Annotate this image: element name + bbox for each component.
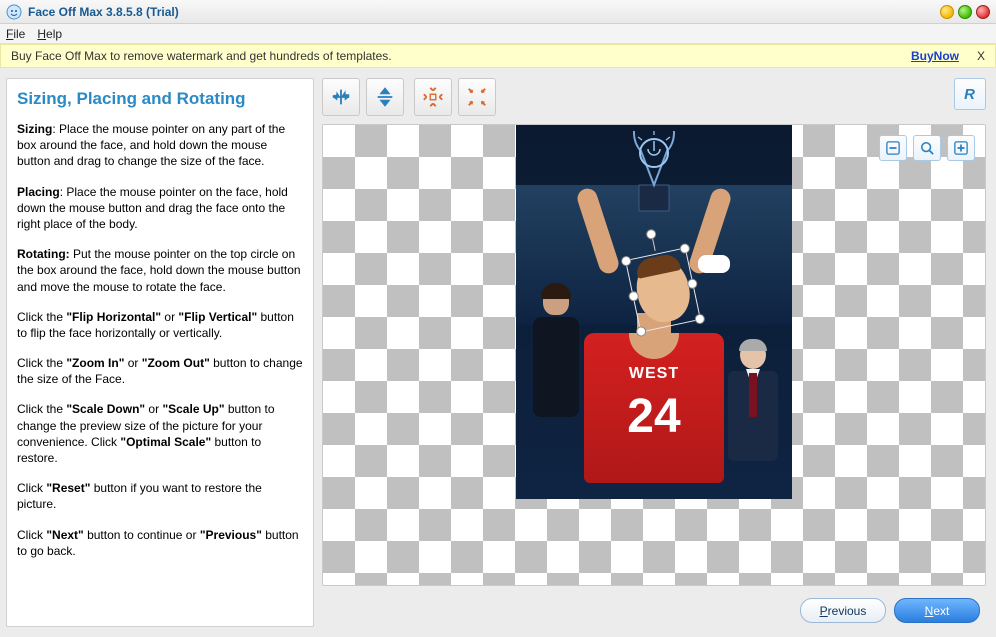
help-sizing-label: Sizing — [17, 122, 52, 136]
maximize-button[interactable] — [958, 5, 972, 19]
editor-pane: R — [322, 78, 986, 627]
help-panel: Sizing, Placing and Rotating Sizing: Pla… — [6, 78, 314, 627]
help-rotating: Rotating: Put the mouse pointer on the t… — [17, 246, 303, 295]
reset-icon: R — [960, 84, 980, 104]
menu-bar: File Help — [0, 24, 996, 44]
previous-button[interactable]: Previous — [800, 598, 886, 623]
jersey-number: 24 — [584, 389, 724, 444]
wristband — [698, 255, 730, 273]
official — [720, 341, 786, 481]
jersey-text: WEST — [584, 365, 724, 383]
trophy — [609, 131, 699, 215]
zoom-in-button[interactable] — [414, 78, 452, 116]
buy-now-link[interactable]: BuyNow — [911, 49, 959, 63]
zoom-out-icon — [466, 86, 488, 108]
canvas[interactable]: WEST 24 — [322, 124, 986, 586]
trial-message: Buy Face Off Max to remove watermark and… — [11, 49, 392, 63]
scale-up-button[interactable] — [947, 135, 975, 161]
flip-horizontal-icon — [330, 86, 352, 108]
help-zoom: Click the "Zoom In" or "Zoom Out" button… — [17, 355, 303, 387]
help-reset: Click "Reset" button if you want to rest… — [17, 480, 303, 512]
jersey: WEST 24 — [584, 333, 724, 483]
help-rotating-label: Rotating: — [17, 247, 70, 261]
main-body: Sizing, Placing and Rotating Sizing: Pla… — [0, 68, 996, 637]
nav-footer: Previous Next — [322, 586, 986, 627]
help-placing: Placing: Place the mouse pointer on the … — [17, 184, 303, 233]
zoom-in-icon — [422, 86, 444, 108]
help-sizing: Sizing: Place the mouse pointer on any p… — [17, 121, 303, 170]
title-bar: Face Off Max 3.8.5.8 (Trial) — [0, 0, 996, 24]
magnifier-icon — [920, 141, 934, 155]
next-button[interactable]: Next — [894, 598, 980, 623]
reset-button[interactable]: R — [954, 78, 986, 110]
help-scale: Click the "Scale Down" or "Scale Up" but… — [17, 401, 303, 466]
optimal-scale-button[interactable] — [913, 135, 941, 161]
trial-banner: Buy Face Off Max to remove watermark and… — [0, 44, 996, 68]
help-flip: Click the "Flip Horizontal" or "Flip Ver… — [17, 309, 303, 341]
scale-down-button[interactable] — [879, 135, 907, 161]
trial-close-button[interactable]: X — [977, 49, 985, 63]
minimize-button[interactable] — [940, 5, 954, 19]
help-placing-label: Placing — [17, 185, 60, 199]
template-photo[interactable]: WEST 24 — [516, 125, 792, 499]
app-icon — [6, 4, 22, 20]
flip-vertical-button[interactable] — [366, 78, 404, 116]
menu-file[interactable]: File — [6, 27, 25, 41]
flip-vertical-icon — [374, 86, 396, 108]
window-controls — [940, 5, 990, 19]
help-sizing-text: : Place the mouse pointer on any part of… — [17, 122, 285, 168]
zoom-out-button[interactable] — [458, 78, 496, 116]
zoom-group — [414, 78, 496, 116]
flip-group — [322, 78, 404, 116]
window-title: Face Off Max 3.8.5.8 (Trial) — [28, 5, 179, 19]
plus-icon — [954, 141, 968, 155]
background-player — [526, 285, 586, 445]
help-nav: Click "Next" button to continue or "Prev… — [17, 527, 303, 559]
flip-horizontal-button[interactable] — [322, 78, 360, 116]
svg-text:R: R — [964, 86, 975, 103]
help-title: Sizing, Placing and Rotating — [17, 89, 303, 109]
toolbar: R — [322, 78, 986, 124]
menu-help[interactable]: Help — [37, 27, 62, 41]
close-button[interactable] — [976, 5, 990, 19]
scale-controls — [879, 135, 975, 161]
minus-icon — [886, 141, 900, 155]
